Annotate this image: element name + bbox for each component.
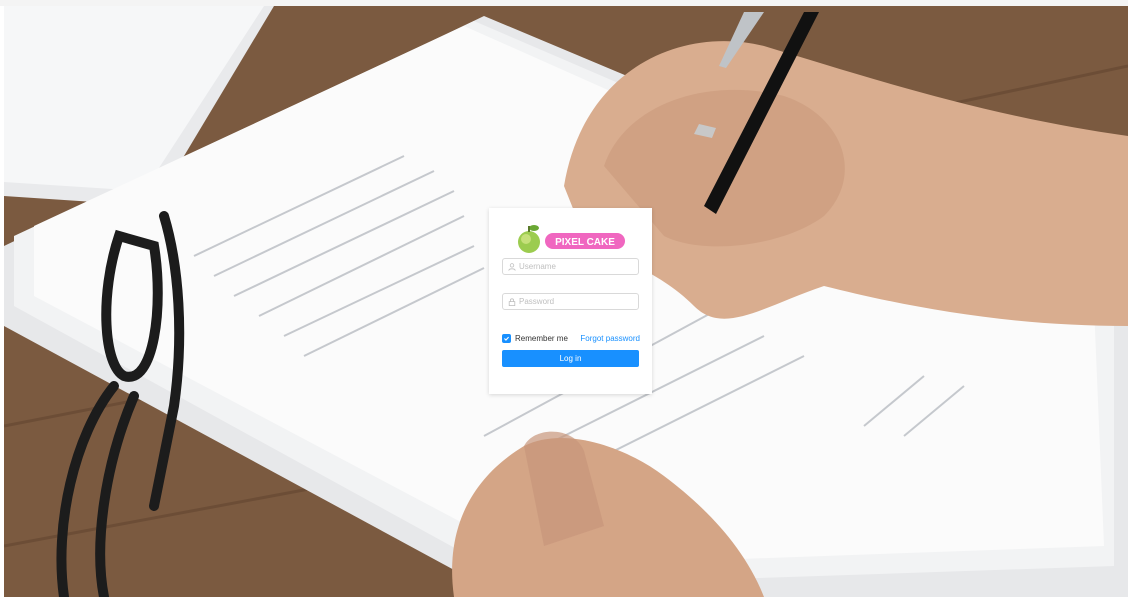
user-icon <box>508 262 516 271</box>
login-button[interactable]: Log in <box>502 350 639 367</box>
password-input[interactable] <box>519 297 629 306</box>
password-field[interactable] <box>502 293 639 310</box>
login-card: PIXEL CAKE Remember me Forgot password L… <box>489 208 652 394</box>
remember-label[interactable]: Remember me <box>515 334 568 343</box>
remember-row: Remember me Forgot password <box>502 332 640 344</box>
apple-icon <box>518 225 540 253</box>
forgot-password-link[interactable]: Forgot password <box>580 334 640 343</box>
username-input[interactable] <box>519 262 629 271</box>
logo-text: PIXEL CAKE <box>555 237 615 248</box>
check-icon <box>504 336 510 341</box>
username-field[interactable] <box>502 258 639 275</box>
remember-checkbox[interactable] <box>502 333 511 343</box>
lock-icon <box>508 297 516 306</box>
brand-logo: PIXEL CAKE <box>515 222 630 258</box>
